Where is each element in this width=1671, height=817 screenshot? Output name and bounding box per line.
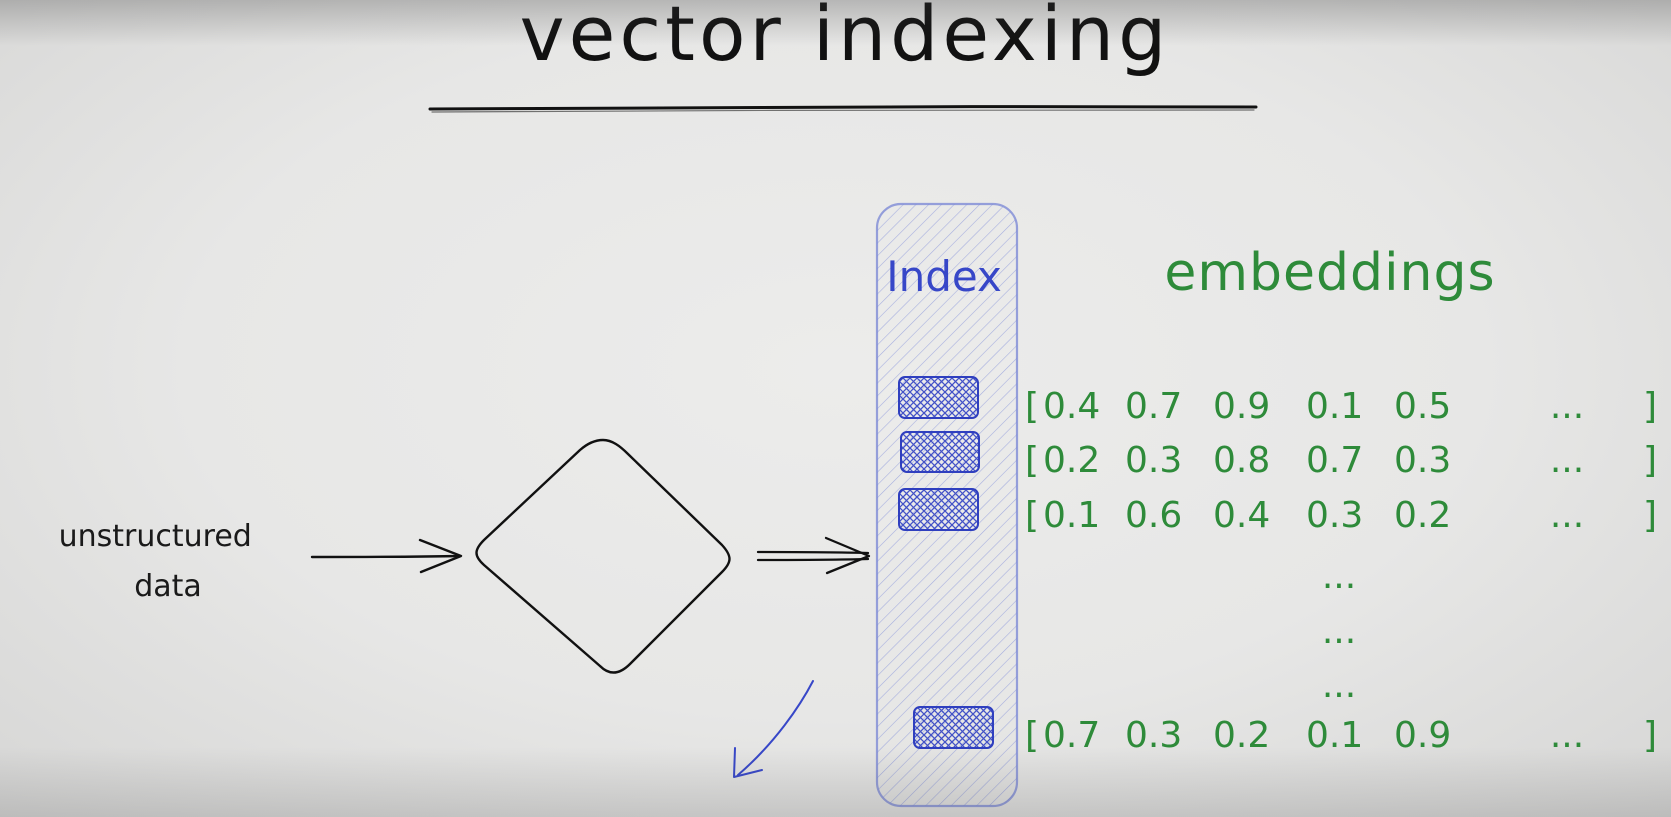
embedding-value: 0.4	[1043, 386, 1100, 427]
embedding-value: 0.3	[1394, 440, 1451, 481]
embedding-ellipsis: ...	[1550, 386, 1584, 427]
embedding-value: 0.1	[1306, 386, 1363, 427]
embedding-value: 0.2	[1213, 715, 1270, 756]
embedding-ellipsis: ...	[1550, 715, 1584, 756]
embedding-open-bracket: [	[1025, 440, 1039, 481]
input-arrow	[310, 538, 463, 574]
embedding-close-bracket: ]	[1643, 440, 1657, 481]
embedding-close-bracket: ]	[1643, 386, 1657, 427]
embedding-value: 0.1	[1043, 495, 1100, 536]
embedding-open-bracket: [	[1025, 386, 1039, 427]
embedding-ellipsis: ...	[1550, 440, 1584, 481]
embedding-value: 0.3	[1125, 715, 1182, 756]
embedding-value: 0.7	[1125, 386, 1182, 427]
embedding-value: 0.6	[1125, 495, 1182, 536]
embedding-row: [0.4 0.7 0.9 0.1 0.5...]	[1025, 386, 1657, 427]
vertical-ellipsis: ...	[1322, 665, 1356, 706]
embedding-value: 0.4	[1213, 495, 1270, 536]
input-label-line-1: unstructured	[59, 519, 252, 554]
vector-indexing-diagram: vector indexing unstructured data Index …	[59, 0, 1657, 808]
embedding-row: [0.1 0.6 0.4 0.3 0.2...]	[1025, 495, 1657, 536]
index-label: Index	[886, 252, 1002, 301]
input-label-line-2: data	[134, 569, 202, 604]
embedding-value: 0.8	[1213, 440, 1270, 481]
embedding-close-bracket: ]	[1643, 715, 1657, 756]
embeddings-title: embeddings	[1164, 243, 1495, 303]
vertical-ellipsis: ...	[1322, 556, 1356, 597]
embedding-value: 0.9	[1213, 386, 1270, 427]
embedding-gap-ellipses: .........	[1322, 556, 1356, 706]
embedding-value: 0.2	[1043, 440, 1100, 481]
embedding-value: 0.7	[1043, 715, 1100, 756]
index-slot	[898, 488, 979, 531]
embedding-value: 0.2	[1394, 495, 1451, 536]
index-slot	[900, 431, 980, 473]
embedding-row: [0.7 0.3 0.2 0.1 0.9...]	[1025, 715, 1657, 756]
embedding-value: 0.3	[1306, 495, 1363, 536]
diagram-title: vector indexing	[520, 0, 1171, 78]
index-slot	[913, 706, 994, 749]
embedding-ellipsis: ...	[1550, 495, 1584, 536]
vertical-ellipsis: ...	[1322, 611, 1356, 652]
embedding-open-bracket: [	[1025, 715, 1039, 756]
index-slot	[898, 376, 979, 419]
embedding-model-diamond	[475, 438, 731, 674]
embedding-value: 0.1	[1306, 715, 1363, 756]
query-arrow	[733, 680, 814, 778]
title-underline	[428, 105, 1258, 111]
embedding-value: 0.9	[1394, 715, 1451, 756]
output-arrow	[756, 536, 871, 575]
embedding-row: [0.2 0.3 0.8 0.7 0.3...]	[1025, 440, 1657, 481]
embedding-value: 0.7	[1306, 440, 1363, 481]
input-label: unstructured data	[59, 519, 262, 604]
embedding-value: 0.5	[1394, 386, 1451, 427]
embedding-close-bracket: ]	[1643, 495, 1657, 536]
embedding-value: 0.3	[1125, 440, 1182, 481]
title-underline-echo	[431, 109, 1255, 113]
embedding-open-bracket: [	[1025, 495, 1039, 536]
